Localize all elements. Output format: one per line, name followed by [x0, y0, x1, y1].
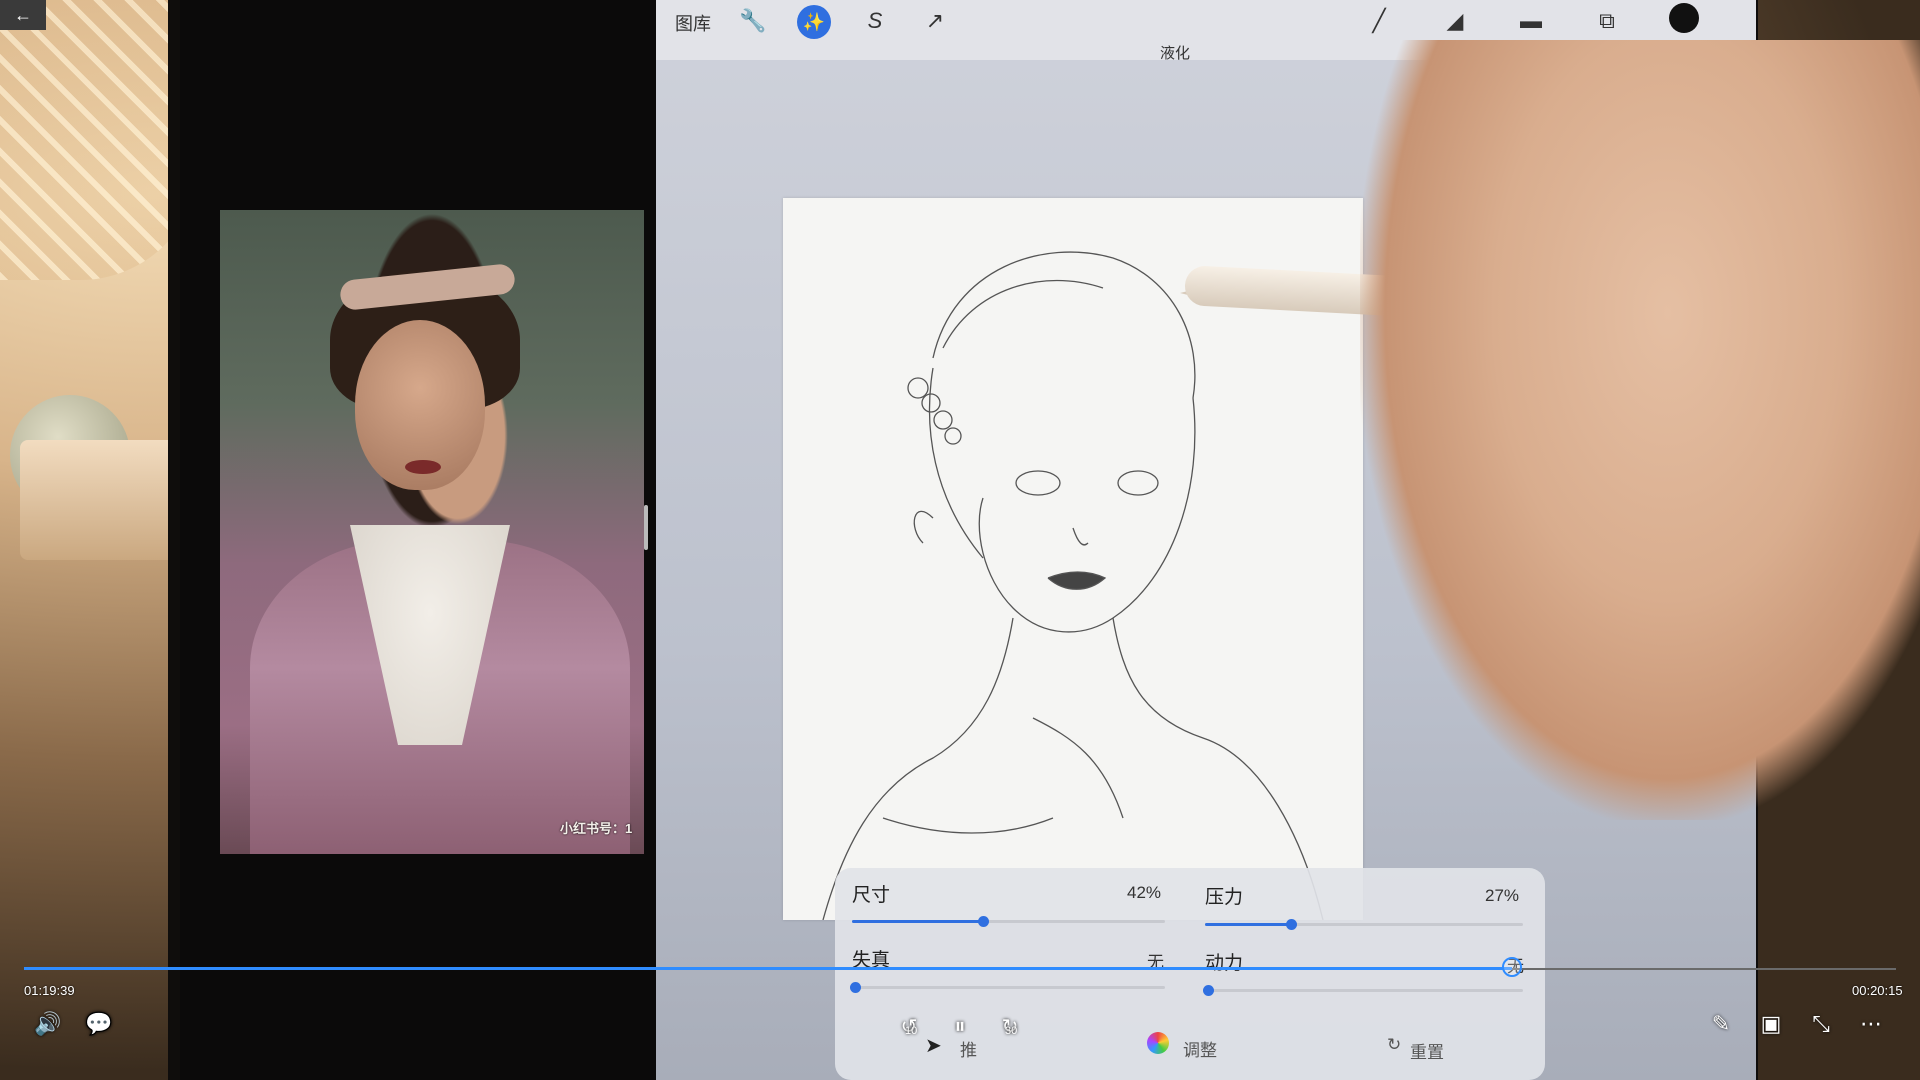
layers-icon[interactable]: ⧉ — [1592, 6, 1622, 36]
distortion-slider-knob[interactable] — [850, 982, 861, 993]
forward-30-label: 30 — [1005, 1025, 1018, 1037]
momentum-label: 动力 — [1205, 953, 1244, 974]
pressure-value: 27% — [1485, 886, 1520, 905]
momentum-slider[interactable] — [1203, 985, 1523, 996]
captions-icon[interactable]: 💬 — [81, 1006, 117, 1042]
reset-button[interactable]: 重置 — [1410, 1038, 1444, 1063]
smudge-icon[interactable]: ◢ — [1440, 6, 1470, 36]
split-view-divider-handle[interactable] — [644, 505, 648, 550]
elapsed-time: 01:19:39 — [24, 983, 75, 998]
size-slider[interactable] — [852, 916, 1165, 927]
reset-icon[interactable]: ↻ — [1387, 1035, 1401, 1055]
transform-arrow-icon[interactable]: ↗ — [920, 6, 950, 36]
more-options-icon[interactable]: ⋯ — [1853, 1006, 1889, 1042]
drawing-hand — [1360, 40, 1920, 820]
rewind-10-button[interactable]: ↺ 10 — [891, 1008, 927, 1044]
adjust-button[interactable]: 调整 — [1183, 1036, 1217, 1061]
photo-lips — [405, 460, 441, 474]
seek-bar-fill — [24, 967, 1512, 970]
size-value: 42% — [1127, 883, 1162, 902]
decor-shelf — [20, 440, 190, 560]
remaining-time: 00:20:15 — [1852, 983, 1903, 998]
seek-bar-knob[interactable] — [1502, 957, 1522, 977]
pressure-slider-fill — [1205, 923, 1291, 926]
pause-icon[interactable]: ⏸ — [942, 1008, 978, 1044]
gallery-button[interactable]: 图库 — [675, 10, 711, 36]
size-label: 尺寸 — [852, 885, 891, 906]
push-mode-icon[interactable]: ➤ — [925, 1033, 942, 1058]
brush-icon[interactable]: ╱ — [1364, 6, 1394, 36]
adjust-color-icon[interactable] — [1147, 1032, 1169, 1054]
liquify-panel: 尺寸 42% 压力 27% 失真 无 动力 无 ➤ 推 调整 ↻ 重置 — [835, 868, 1545, 1080]
pressure-label: 压力 — [1205, 887, 1244, 908]
size-slider-fill — [852, 920, 984, 923]
photo-watermark: 小红书号：1 — [560, 821, 633, 836]
mini-view-icon[interactable]: ▣ — [1753, 1006, 1789, 1042]
momentum-slider-knob[interactable] — [1203, 985, 1214, 996]
wrench-icon[interactable]: 🔧 — [738, 6, 768, 36]
eraser-icon[interactable]: ▬ — [1516, 6, 1546, 36]
exit-fullscreen-icon[interactable]: ⤡ — [1803, 1006, 1839, 1042]
distortion-slider[interactable] — [850, 982, 1165, 993]
pen-annotate-icon[interactable]: ✎ — [1703, 1006, 1739, 1042]
reference-photo — [220, 210, 644, 854]
pressure-slider-knob[interactable] — [1285, 919, 1297, 930]
back-arrow-icon[interactable]: ← — [0, 0, 46, 30]
pressure-slider[interactable] — [1205, 919, 1523, 930]
selection-icon[interactable]: S — [860, 6, 890, 36]
forward-30-button[interactable]: ↻ 30 — [992, 1008, 1028, 1044]
volume-icon[interactable]: 🔊 — [30, 1006, 66, 1042]
color-swatch[interactable] — [1669, 3, 1699, 33]
active-mode-label: 液化 — [1160, 45, 1191, 62]
rewind-10-label: 10 — [905, 1025, 918, 1037]
magic-wand-icon[interactable]: ✨ — [797, 5, 831, 39]
size-slider-knob[interactable] — [978, 916, 990, 927]
